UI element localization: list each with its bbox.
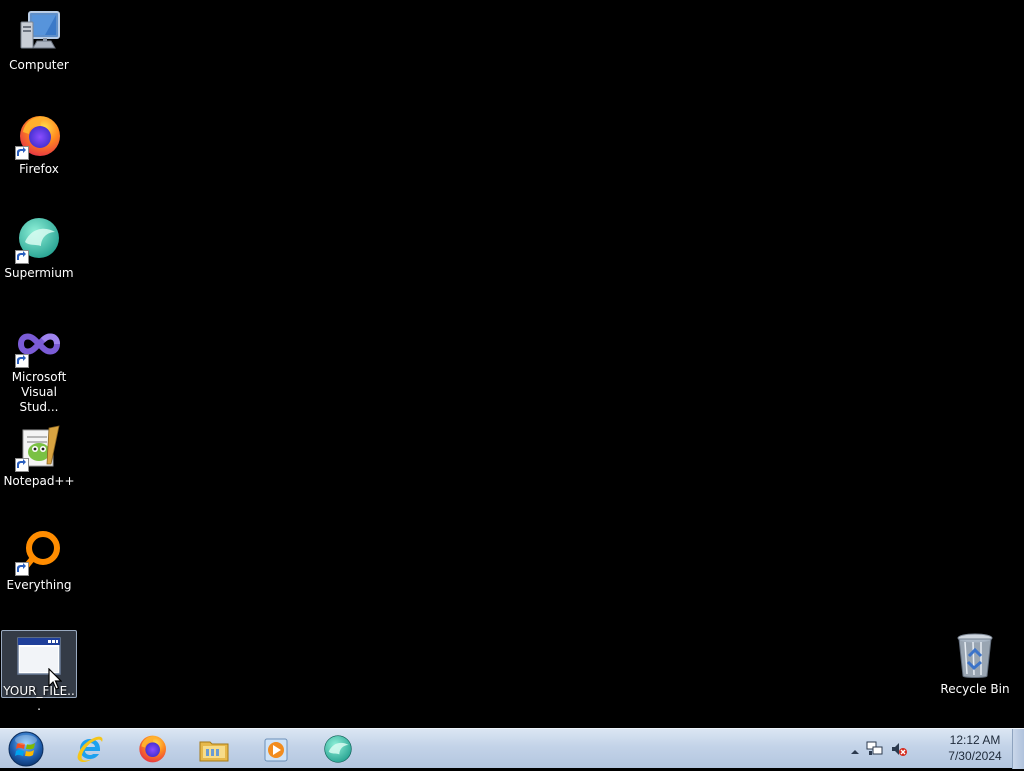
- desktop-icon-visual-studio[interactable]: Microsoft Visual Stud...: [1, 320, 77, 415]
- desktop-icon-firefox[interactable]: Firefox: [1, 112, 77, 177]
- desktop-icon-label: Everything: [6, 578, 72, 592]
- desktop-icon-supermium[interactable]: Supermium: [1, 216, 77, 281]
- taskbar-file-explorer[interactable]: [186, 731, 242, 766]
- taskbar-media-player[interactable]: [248, 731, 304, 766]
- taskbar-supermium[interactable]: [310, 731, 366, 766]
- computer-icon: [15, 8, 63, 56]
- desktop-icon-everything[interactable]: Everything: [1, 528, 77, 593]
- windows-orb-icon: [8, 731, 44, 767]
- supermium-icon: [324, 735, 352, 763]
- desktop-icon-recycle-bin[interactable]: Recycle Bin: [937, 632, 1013, 697]
- supermium-icon: [15, 216, 63, 264]
- shortcut-arrow-icon: [15, 562, 29, 576]
- visual-studio-icon: [15, 320, 63, 368]
- desktop-icon-your-file[interactable]: YOUR_FILE...: [1, 630, 77, 713]
- desktop[interactable]: Computer Firefox Supermium Microsoft Vis…: [0, 0, 1024, 728]
- desktop-icon-label: YOUR_FILE...: [3, 684, 75, 713]
- mouse-cursor-icon: [48, 667, 63, 694]
- media-player-icon: [264, 738, 288, 762]
- network-icon[interactable]: [866, 740, 884, 762]
- firefox-icon: [15, 112, 63, 160]
- clock-date: 7/30/2024: [948, 749, 1002, 763]
- desktop-icon-label: Recycle Bin: [940, 682, 1010, 696]
- firefox-icon: [139, 735, 166, 763]
- desktop-icon-label: Supermium: [4, 266, 74, 280]
- everything-icon: [15, 528, 63, 576]
- taskbar: 12:12 AM 7/30/2024: [0, 728, 1024, 769]
- system-clock[interactable]: 12:12 AM 7/30/2024: [940, 732, 1010, 764]
- file-explorer-icon: [199, 741, 229, 762]
- shortcut-arrow-icon: [15, 146, 29, 160]
- show-desktop-button[interactable]: [1012, 729, 1024, 769]
- desktop-icon-notepad-plus-plus[interactable]: Notepad++: [1, 424, 77, 489]
- show-hidden-icons-arrow[interactable]: [850, 742, 860, 761]
- shortcut-arrow-icon: [15, 458, 29, 472]
- recycle-bin-icon: [951, 632, 999, 680]
- taskbar-internet-explorer[interactable]: [62, 731, 118, 766]
- shortcut-arrow-icon: [15, 250, 29, 264]
- system-tray: 12:12 AM 7/30/2024: [850, 729, 1010, 769]
- desktop-icon-computer[interactable]: Computer: [1, 8, 77, 73]
- desktop-icon-label: Notepad++: [3, 474, 75, 488]
- desktop-icon-label: Microsoft Visual Stud...: [11, 370, 67, 414]
- desktop-icon-label: Firefox: [19, 162, 59, 176]
- notepad-plus-plus-icon: [15, 424, 63, 472]
- start-button[interactable]: [4, 730, 48, 767]
- shortcut-arrow-icon: [15, 354, 29, 368]
- clock-time: 12:12 AM: [949, 733, 1001, 747]
- desktop-icon-label: Computer: [9, 58, 69, 72]
- volume-muted-icon[interactable]: [890, 740, 908, 762]
- internet-explorer-icon: [77, 736, 103, 762]
- taskbar-firefox[interactable]: [124, 731, 180, 766]
